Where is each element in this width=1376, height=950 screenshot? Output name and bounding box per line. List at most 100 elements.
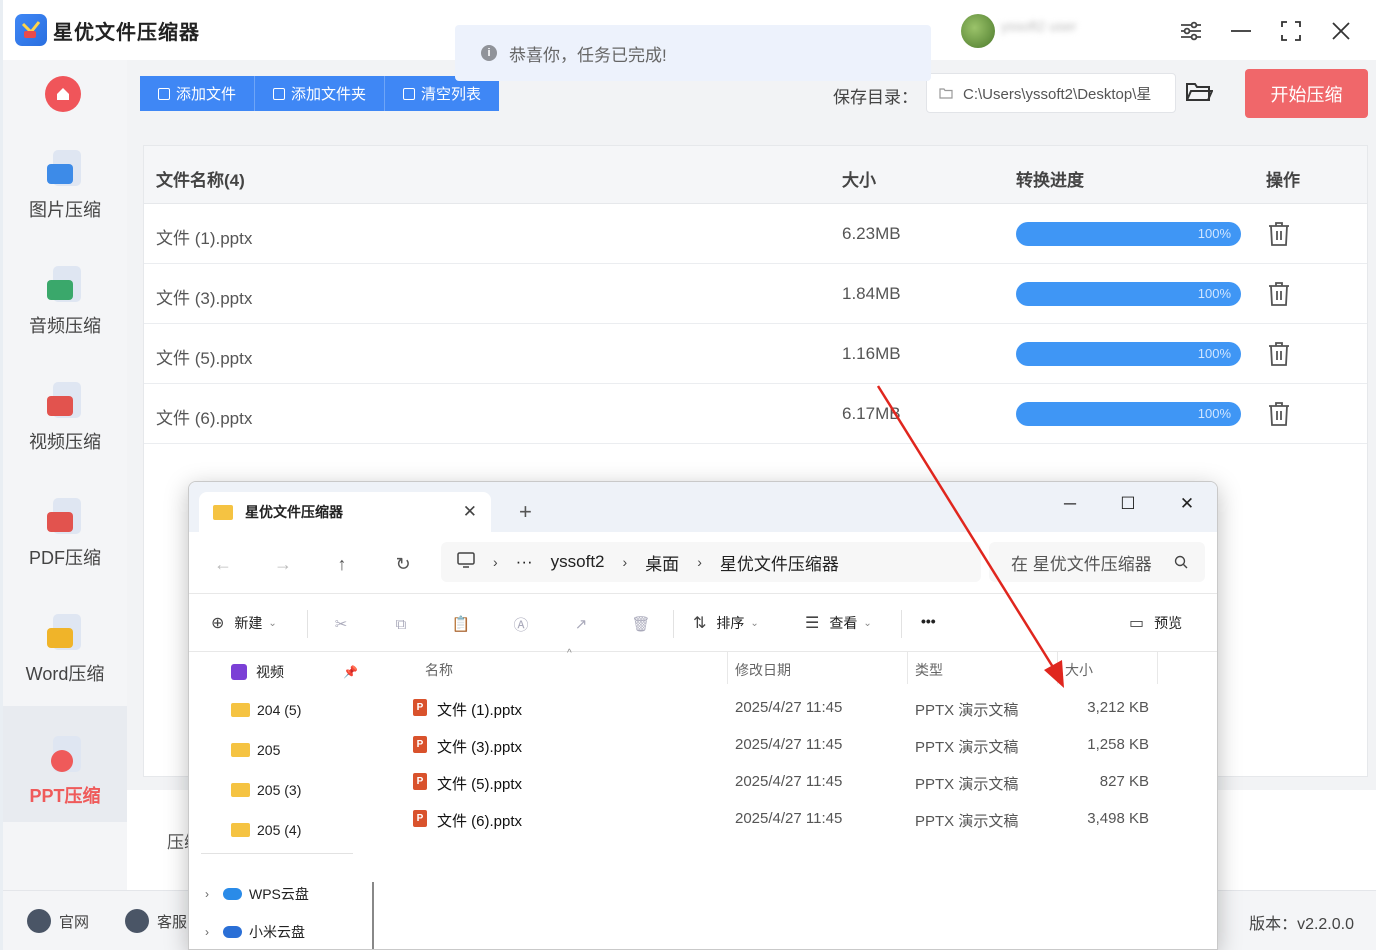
nav-item-folder[interactable]: 204 (5) xyxy=(231,702,301,718)
nav-item-wps-cloud[interactable]: › WPS云盘 xyxy=(205,884,309,904)
minimize-icon[interactable] xyxy=(1224,14,1258,48)
delete-trash-icon[interactable] xyxy=(1268,221,1290,247)
list-item[interactable]: P 文件 (6).pptx 2025/4/27 11:45 PPTX 演示文稿 … xyxy=(385,800,1217,837)
explorer-nav-pane: 视频 📌 204 (5) 205 205 (3) 205 (4) › WPS云盘 ›… xyxy=(189,652,372,949)
chevron-right-icon: › xyxy=(205,925,209,939)
maximize-icon[interactable] xyxy=(1274,14,1308,48)
col-modified[interactable]: 修改日期 xyxy=(735,660,791,680)
view-button[interactable]: ☰ 查看 ⌄ xyxy=(805,613,872,633)
sort-label: 排序 xyxy=(716,615,745,631)
user-avatar[interactable] xyxy=(961,14,995,48)
share-icon[interactable]: ↗ xyxy=(569,612,593,636)
progress-bar: 100% xyxy=(1016,402,1241,426)
tab-close-icon[interactable]: ✕ xyxy=(463,502,477,522)
sidebar-item-word[interactable]: Word压缩 xyxy=(3,584,127,700)
more-options-button[interactable]: ••• xyxy=(921,613,936,629)
nav-label: 视频 xyxy=(256,664,284,680)
folder-icon xyxy=(231,823,250,837)
divider xyxy=(201,853,353,854)
table-header: 文件名称(4) 大小 转换进度 操作 xyxy=(144,146,1367,204)
file-date: 2025/4/27 11:45 xyxy=(735,736,843,753)
nav-label: WPS云盘 xyxy=(249,886,309,902)
list-item[interactable]: P 文件 (3).pptx 2025/4/27 11:45 PPTX 演示文稿 … xyxy=(385,726,1217,763)
explorer-minimize-icon[interactable]: ─ xyxy=(1050,490,1090,518)
nav-item-folder[interactable]: 205 xyxy=(231,742,280,758)
explorer-file-list: 名称 ^ 修改日期 类型 大小 P 文件 (1).pptx 2025/4/27 … xyxy=(385,648,1217,949)
breadcrumb-item[interactable]: 星优文件压缩器 xyxy=(720,550,839,575)
ppt-compress-icon xyxy=(47,736,83,776)
add-folder-button[interactable]: 添加文件夹 xyxy=(255,76,386,111)
preview-button[interactable]: ▭ 预览 xyxy=(1129,613,1182,633)
col-size[interactable]: 大小 xyxy=(1065,660,1093,680)
explorer-navbar: ← → ↑ ↻ › ··· yssoft2 › 桌面 › 星优文件压缩器 在 星… xyxy=(189,532,1217,594)
sidebar-item-pdf[interactable]: PDF压缩 xyxy=(3,468,127,584)
sidebar-item-image[interactable]: 图片压缩 xyxy=(3,120,127,236)
support-link[interactable]: 客服 xyxy=(125,909,187,933)
pptx-file-icon: P xyxy=(413,699,427,716)
file-size: 6.23MB xyxy=(842,224,901,243)
breadcrumb-item[interactable]: 桌面 xyxy=(645,550,679,575)
copy-icon[interactable]: ⧉ xyxy=(389,612,413,636)
preview-label: 预览 xyxy=(1154,615,1183,631)
pin-icon: 📌 xyxy=(343,665,358,679)
file-type: PPTX 演示文稿 xyxy=(915,739,1019,756)
refresh-icon[interactable]: ↻ xyxy=(389,550,417,578)
forward-arrow-icon[interactable]: → xyxy=(269,550,297,578)
open-folder-icon[interactable] xyxy=(1185,80,1215,108)
explorer-tab[interactable]: 星优文件压缩器 ✕ xyxy=(199,492,491,532)
delete-trash-icon[interactable] xyxy=(1268,281,1290,307)
nav-item-mi-cloud[interactable]: › 小米云盘 xyxy=(205,922,305,942)
video-folder-icon xyxy=(231,664,247,680)
explorer-close-icon[interactable]: ✕ xyxy=(1167,490,1207,518)
new-button[interactable]: ⊕ 新建 ⌄ xyxy=(211,613,277,633)
file-name: 文件 (6).pptx xyxy=(156,409,253,428)
nav-item-folder[interactable]: 205 (4) xyxy=(231,822,301,838)
nav-item-videos[interactable]: 视频 📌 xyxy=(231,662,358,682)
sidebar-item-label: PDF压缩 xyxy=(29,548,101,568)
explorer-maximize-icon[interactable]: ☐ xyxy=(1108,490,1148,518)
col-type[interactable]: 类型 xyxy=(915,660,943,680)
pptx-file-icon: P xyxy=(413,736,427,753)
pptx-file-icon: P xyxy=(413,810,427,827)
rename-icon[interactable]: Ⓐ xyxy=(509,612,533,636)
col-name[interactable]: 名称 xyxy=(425,660,453,680)
table-row: 文件 (6).pptx 6.17MB 100% xyxy=(144,384,1367,444)
pane-splitter[interactable] xyxy=(372,882,374,949)
website-link[interactable]: 官网 xyxy=(27,909,89,933)
paste-icon[interactable]: 📋 xyxy=(449,612,473,636)
new-tab-icon[interactable]: + xyxy=(519,499,532,525)
delete-trash-icon[interactable] xyxy=(1268,341,1290,367)
explorer-command-bar: ⊕ 新建 ⌄ ✂ ⧉ 📋 Ⓐ ↗ 🗑 ⇅ 排序 ⌄ ☰ 查看 ⌄ ••• ▭ 预览 xyxy=(189,594,1217,652)
add-file-button[interactable]: 添加文件 xyxy=(140,76,256,111)
sidebar-item-ppt[interactable]: PPT压缩 xyxy=(3,706,127,822)
save-path-field[interactable]: C:\Users\yssoft2\Desktop\星 xyxy=(926,73,1176,113)
delete-icon[interactable]: 🗑 xyxy=(629,612,653,636)
cut-icon[interactable]: ✂ xyxy=(329,612,353,636)
list-item[interactable]: P 文件 (5).pptx 2025/4/27 11:45 PPTX 演示文稿 … xyxy=(385,763,1217,800)
nav-item-folder[interactable]: 205 (3) xyxy=(231,782,301,798)
up-arrow-icon[interactable]: ↑ xyxy=(328,550,356,578)
nav-label: 205 (3) xyxy=(257,782,302,798)
sidebar-item-audio[interactable]: 音频压缩 xyxy=(3,236,127,352)
list-item[interactable]: P 文件 (1).pptx 2025/4/27 11:45 PPTX 演示文稿 … xyxy=(385,689,1217,726)
start-compress-button[interactable]: 开始压缩 xyxy=(1245,69,1368,118)
breadcrumb-item[interactable]: yssoft2 xyxy=(551,552,605,572)
clear-list-button[interactable]: 清空列表 xyxy=(385,76,500,111)
sidebar-item-video[interactable]: 视频压缩 xyxy=(3,352,127,468)
overflow-icon[interactable]: ··· xyxy=(516,552,533,572)
close-icon[interactable] xyxy=(1324,14,1358,48)
settings-sliders-icon[interactable] xyxy=(1174,14,1208,48)
add-file-label: 添加文件 xyxy=(176,86,237,103)
explorer-search-input[interactable]: 在 星优文件压缩器 xyxy=(989,542,1205,582)
address-bar[interactable]: › ··· yssoft2 › 桌面 › 星优文件压缩器 xyxy=(441,542,981,582)
new-label: 新建 xyxy=(234,615,263,631)
file-date: 2025/4/27 11:45 xyxy=(735,699,843,716)
chevron-right-icon: › xyxy=(697,554,702,570)
home-button[interactable] xyxy=(45,76,81,112)
back-arrow-icon[interactable]: ← xyxy=(209,550,237,578)
folder-icon xyxy=(273,87,286,100)
sidebar-item-label: Word压缩 xyxy=(25,664,105,684)
save-dir-label: 保存目录： xyxy=(833,88,918,107)
sort-button[interactable]: ⇅ 排序 ⌄ xyxy=(693,613,759,633)
delete-trash-icon[interactable] xyxy=(1268,401,1290,427)
